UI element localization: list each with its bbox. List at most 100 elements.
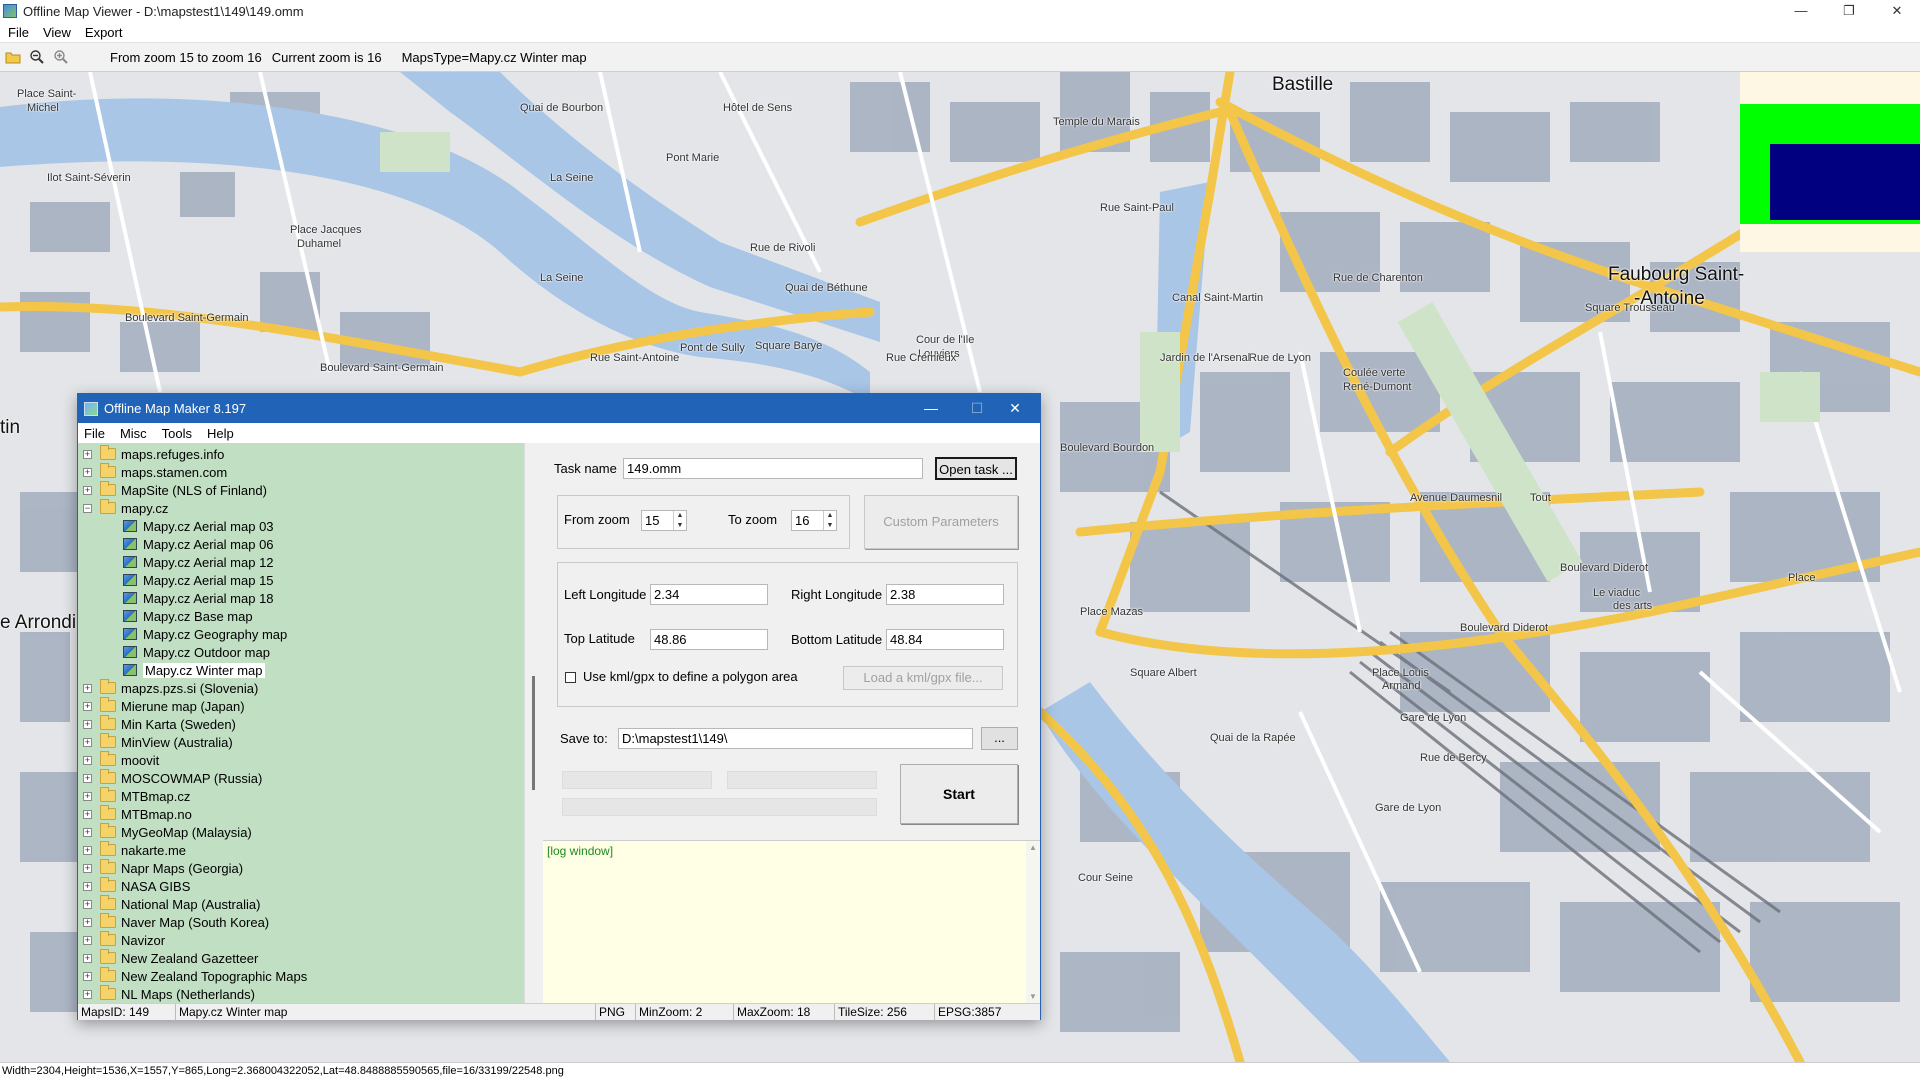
tree-item[interactable]: + Mierune map (Japan) bbox=[83, 697, 245, 715]
save-to-input[interactable]: D:\mapstest1\149\ bbox=[618, 728, 973, 749]
expand-icon[interactable]: + bbox=[83, 755, 92, 765]
menu-view[interactable]: View bbox=[43, 25, 71, 40]
expand-icon[interactable]: + bbox=[83, 845, 92, 855]
tree-item[interactable]: + National Map (Australia) bbox=[83, 895, 260, 913]
tree-item[interactable]: + MapSite (NLS of Finland) bbox=[83, 481, 267, 499]
bottom-latitude-input[interactable]: 48.84 bbox=[886, 629, 1004, 650]
dialog-menu-file[interactable]: File bbox=[84, 426, 105, 441]
tree-item[interactable]: + Min Karta (Sweden) bbox=[83, 715, 236, 733]
right-longitude-input[interactable]: 2.38 bbox=[886, 584, 1004, 605]
tree-item[interactable]: + maps.stamen.com bbox=[83, 463, 227, 481]
expand-icon[interactable]: + bbox=[83, 719, 92, 729]
map-label: Boulevard Diderot bbox=[1560, 562, 1649, 574]
map-source-tree[interactable]: + maps.refuges.info + maps.stamen.com + MapSi… bbox=[78, 443, 524, 1003]
close-button[interactable]: ✕ bbox=[1874, 0, 1920, 22]
spin-down-icon[interactable]: ▼ bbox=[824, 521, 836, 530]
expand-icon[interactable]: + bbox=[83, 899, 92, 909]
menu-file[interactable]: File bbox=[8, 25, 29, 40]
folder-icon bbox=[100, 697, 116, 712]
expand-icon[interactable]: + bbox=[83, 989, 92, 999]
left-longitude-input[interactable]: 2.34 bbox=[650, 584, 768, 605]
expand-icon[interactable]: + bbox=[83, 953, 92, 963]
from-zoom-spin-arrows[interactable]: ▲ ▼ bbox=[673, 511, 686, 530]
expand-icon[interactable]: + bbox=[83, 971, 92, 981]
expand-icon[interactable]: + bbox=[83, 737, 92, 747]
expand-icon[interactable]: + bbox=[83, 827, 92, 837]
dialog-menu-help[interactable]: Help bbox=[207, 426, 234, 441]
expand-icon[interactable]: + bbox=[83, 683, 92, 693]
tree-item[interactable]: + Napr Maps (Georgia) bbox=[83, 859, 243, 877]
maximize-button[interactable]: ❐ bbox=[1826, 0, 1872, 22]
expand-icon[interactable]: + bbox=[83, 881, 92, 891]
tree-item[interactable]: Mapy.cz Aerial map 06 bbox=[123, 535, 274, 553]
scroll-down-icon[interactable]: ▼ bbox=[1026, 990, 1040, 1004]
tree-item[interactable]: Mapy.cz Winter map bbox=[123, 661, 265, 679]
task-name-input[interactable]: 149.omm bbox=[623, 458, 923, 479]
tree-item[interactable]: + NASA GIBS bbox=[83, 877, 190, 895]
to-zoom-spinner[interactable]: 16 ▲ ▼ bbox=[791, 510, 837, 531]
spin-up-icon[interactable]: ▲ bbox=[674, 511, 686, 521]
tree-item[interactable]: + New Zealand Gazetteer bbox=[83, 949, 258, 967]
expand-icon[interactable]: + bbox=[83, 449, 92, 459]
tree-scroll-thumb[interactable] bbox=[532, 676, 535, 790]
expand-icon[interactable]: + bbox=[83, 791, 92, 801]
tree-item[interactable]: − mapy.cz bbox=[83, 499, 168, 517]
spin-down-icon[interactable]: ▼ bbox=[674, 521, 686, 530]
log-scrollbar[interactable]: ▲ ▼ bbox=[1026, 841, 1040, 1004]
from-zoom-spinner[interactable]: 15 ▲ ▼ bbox=[641, 510, 687, 531]
expand-icon[interactable]: + bbox=[83, 917, 92, 927]
start-button[interactable]: Start bbox=[900, 764, 1018, 824]
dialog-menu-tools[interactable]: Tools bbox=[162, 426, 192, 441]
tree-item[interactable]: + MyGeoMap (Malaysia) bbox=[83, 823, 252, 841]
minimize-button[interactable]: — bbox=[1778, 0, 1824, 22]
load-kml-button[interactable]: Load a kml/gpx file... bbox=[843, 666, 1003, 690]
custom-parameters-button[interactable]: Custom Parameters bbox=[864, 495, 1018, 549]
tree-item[interactable]: Mapy.cz Aerial map 18 bbox=[123, 589, 274, 607]
expand-icon[interactable]: + bbox=[83, 935, 92, 945]
log-window[interactable]: [log window] ▲ ▼ bbox=[543, 840, 1040, 1004]
tree-item[interactable]: + moovit bbox=[83, 751, 159, 769]
to-zoom-spin-arrows[interactable]: ▲ ▼ bbox=[823, 511, 836, 530]
collapse-icon[interactable]: − bbox=[83, 503, 92, 513]
tree-item[interactable]: Mapy.cz Geography map bbox=[123, 625, 287, 643]
tree-item[interactable]: + New Zealand Topographic Maps bbox=[83, 967, 307, 985]
dialog-minimize-button[interactable]: — bbox=[908, 394, 954, 423]
tree-item[interactable]: + NL Maps (Netherlands) bbox=[83, 985, 255, 1003]
tree-scrollbar[interactable] bbox=[524, 443, 541, 1003]
dialog-close-button[interactable]: ✕ bbox=[992, 394, 1038, 423]
tree-item[interactable]: + mapzs.pzs.si (Slovenia) bbox=[83, 679, 258, 697]
tree-item[interactable]: Mapy.cz Aerial map 15 bbox=[123, 571, 274, 589]
tree-item[interactable]: Mapy.cz Aerial map 12 bbox=[123, 553, 274, 571]
zoom-in-icon[interactable] bbox=[50, 46, 72, 68]
scroll-up-icon[interactable]: ▲ bbox=[1026, 841, 1040, 855]
dialog-menu-misc[interactable]: Misc bbox=[120, 426, 147, 441]
browse-button[interactable]: ... bbox=[981, 727, 1018, 750]
top-latitude-input[interactable]: 48.86 bbox=[650, 629, 768, 650]
tree-item-label: Napr Maps (Georgia) bbox=[121, 860, 244, 876]
tree-item[interactable]: + Navizor bbox=[83, 931, 165, 949]
menu-export[interactable]: Export bbox=[85, 25, 123, 40]
tree-item[interactable]: + nakarte.me bbox=[83, 841, 186, 859]
tree-item[interactable]: Mapy.cz Aerial map 03 bbox=[123, 517, 274, 535]
tree-item[interactable]: + MTBmap.cz bbox=[83, 787, 190, 805]
expand-icon[interactable]: + bbox=[83, 773, 92, 783]
expand-icon[interactable]: + bbox=[83, 467, 92, 477]
expand-icon[interactable]: + bbox=[83, 809, 92, 819]
expand-icon[interactable]: + bbox=[83, 485, 92, 495]
map-label: René-Dumont bbox=[1343, 381, 1412, 393]
dialog-status-bar: MapsID: 149 Mapy.cz Winter map PNG MinZo… bbox=[78, 1003, 1040, 1021]
tree-item[interactable]: + maps.refuges.info bbox=[83, 445, 224, 463]
spin-up-icon[interactable]: ▲ bbox=[824, 511, 836, 521]
tree-item[interactable]: + MinView (Australia) bbox=[83, 733, 233, 751]
tree-item[interactable]: Mapy.cz Outdoor map bbox=[123, 643, 270, 661]
tree-item[interactable]: + Naver Map (South Korea) bbox=[83, 913, 269, 931]
tree-item[interactable]: + MOSCOWMAP (Russia) bbox=[83, 769, 262, 787]
expand-icon[interactable]: + bbox=[83, 701, 92, 711]
expand-icon[interactable]: + bbox=[83, 863, 92, 873]
zoom-out-icon[interactable] bbox=[26, 46, 48, 68]
open-task-button[interactable]: Open task ... bbox=[935, 457, 1017, 480]
tree-item[interactable]: Mapy.cz Base map bbox=[123, 607, 253, 625]
use-kml-checkbox[interactable] bbox=[565, 672, 576, 683]
tree-item[interactable]: + MTBmap.no bbox=[83, 805, 192, 823]
open-folder-icon[interactable] bbox=[2, 46, 24, 68]
